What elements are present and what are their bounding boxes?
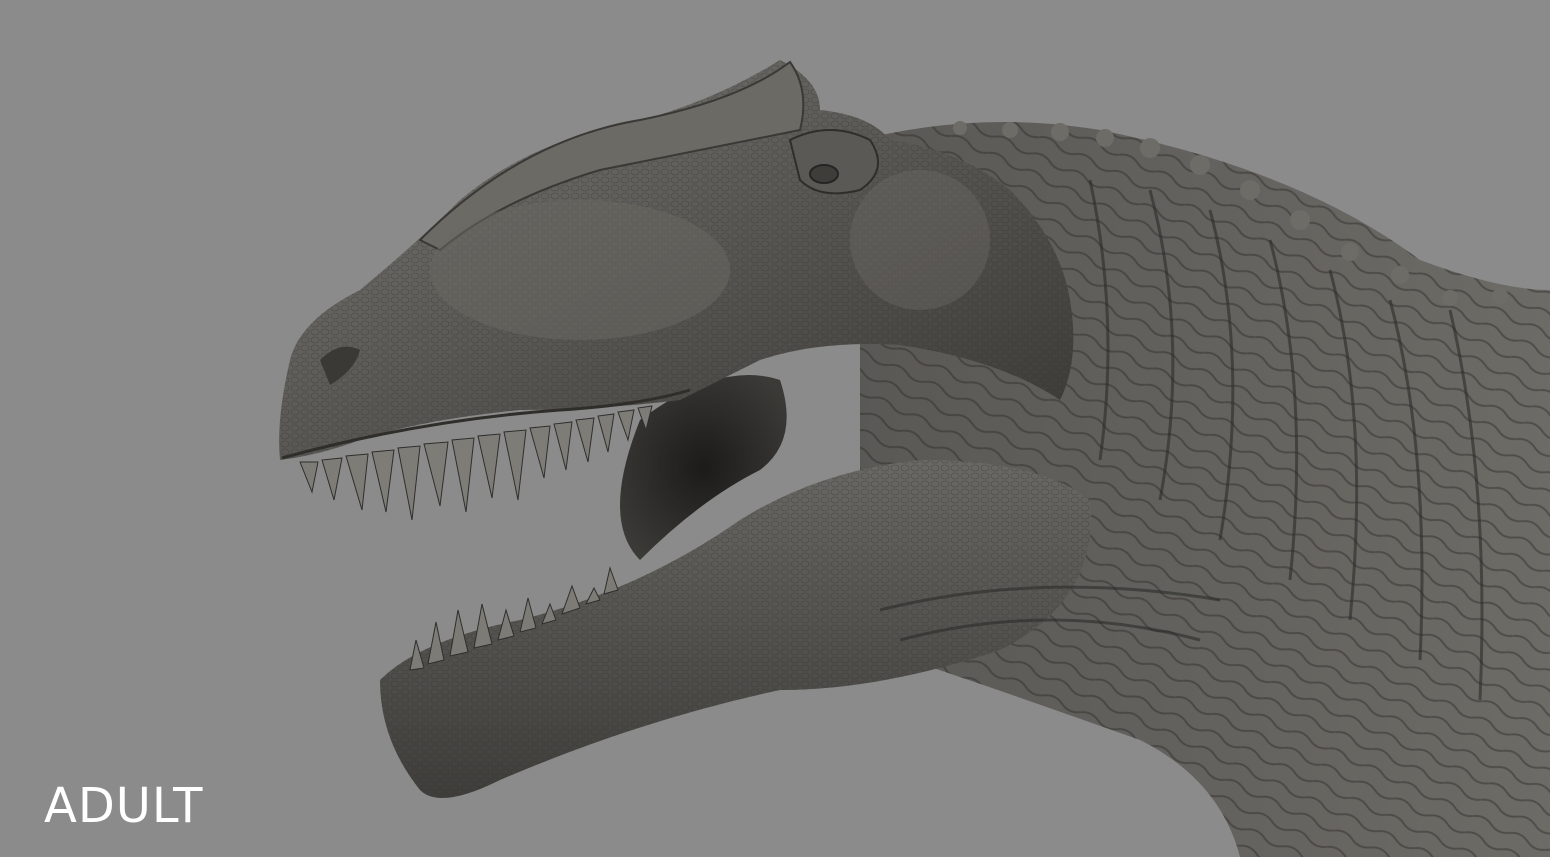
- dinosaur-head-render: [279, 60, 1550, 857]
- eye: [809, 164, 839, 184]
- stage-label: ADULT: [44, 778, 204, 834]
- lower-jaw: [380, 460, 1091, 798]
- render-viewport: ADULT: [0, 0, 1550, 857]
